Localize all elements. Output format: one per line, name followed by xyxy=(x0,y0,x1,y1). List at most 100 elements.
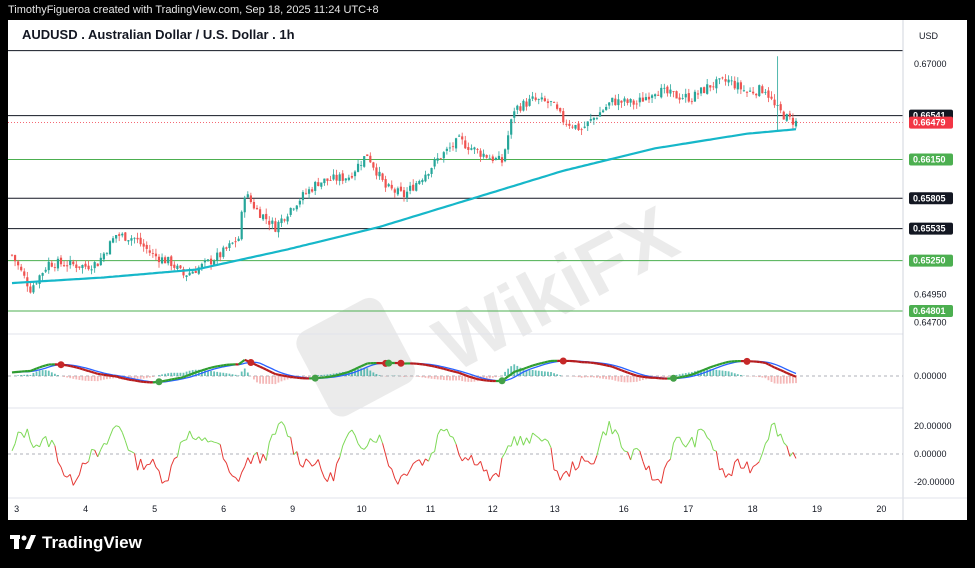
momentum-segment xyxy=(281,421,285,427)
candle-body xyxy=(654,94,657,97)
momentum-segment xyxy=(749,466,754,474)
currency-label: USD xyxy=(919,31,939,41)
osc-histogram-bar xyxy=(213,371,216,376)
osc-histogram-bar xyxy=(53,373,56,376)
momentum-segment xyxy=(764,439,769,445)
candle-body xyxy=(249,195,252,203)
screenshot-frame: TimothyFigueroa created with TradingView… xyxy=(0,0,975,568)
time-tick-label: 10 xyxy=(357,504,367,514)
osc-main-segment xyxy=(115,375,120,379)
momentum-segment xyxy=(106,435,111,445)
osc-main-segment xyxy=(268,370,273,374)
candle-body xyxy=(396,188,399,195)
symbol-title: AUDUSD . Australian Dollar / U.S. Dollar… xyxy=(22,27,295,42)
momentum-tick-label: -20.00000 xyxy=(914,477,955,487)
osc-main-segment xyxy=(39,365,43,369)
candle-body xyxy=(605,107,608,110)
osc-histogram-bar xyxy=(72,376,75,379)
momentum-segment xyxy=(222,458,227,464)
candle-body xyxy=(586,121,589,127)
candle-body xyxy=(718,78,721,80)
momentum-segment xyxy=(743,461,748,469)
momentum-segment xyxy=(706,437,711,441)
momentum-segment xyxy=(210,440,215,443)
osc-main-segment xyxy=(134,379,138,383)
momentum-segment xyxy=(180,440,184,443)
candle-body xyxy=(617,99,620,106)
osc-histogram-bar xyxy=(580,376,583,378)
osc-main-segment xyxy=(722,361,726,365)
candle-body xyxy=(791,117,795,125)
candle-body xyxy=(23,271,26,276)
candle-body xyxy=(589,118,592,121)
candle-body xyxy=(301,192,305,201)
osc-histogram-bar xyxy=(366,368,369,376)
momentum-segment xyxy=(69,474,74,486)
osc-main-segment xyxy=(523,366,527,370)
momentum-segment xyxy=(247,457,252,465)
osc-main-segment xyxy=(363,362,368,366)
momentum-segment xyxy=(155,466,160,472)
osc-cross-dot xyxy=(247,358,255,366)
candle-body xyxy=(295,205,298,210)
momentum-segment xyxy=(633,447,637,450)
candle-body xyxy=(243,197,246,213)
candle-body xyxy=(136,237,139,240)
time-tick-label: 18 xyxy=(748,504,758,514)
osc-histogram-bar xyxy=(161,374,163,376)
momentum-segment xyxy=(394,478,399,485)
candle-body xyxy=(794,120,798,127)
candle-body xyxy=(500,157,504,163)
momentum-segment xyxy=(333,463,338,482)
momentum-segment xyxy=(397,476,402,485)
candle-body xyxy=(562,111,565,123)
osc-histogram-bar xyxy=(764,376,767,379)
momentum-segment xyxy=(694,429,699,448)
osc-histogram-bar xyxy=(179,372,182,376)
candle-body xyxy=(675,91,678,99)
osc-main-segment xyxy=(437,366,442,370)
momentum-segment xyxy=(553,469,558,472)
osc-histogram-bar xyxy=(436,376,439,380)
candle-body xyxy=(384,179,387,188)
candle-body xyxy=(580,129,583,131)
momentum-segment xyxy=(290,437,295,455)
candle-body xyxy=(427,173,430,176)
osc-main-segment xyxy=(789,373,794,377)
chart-panel[interactable]: WikiFX 0.00000 20.00000 0.00000 -20.00000 … xyxy=(8,20,967,520)
osc-histogram-bar xyxy=(268,376,271,384)
osc-histogram-bar xyxy=(577,376,580,378)
osc-main-segment xyxy=(636,374,641,378)
candle-body xyxy=(271,220,274,224)
time-tick-label: 12 xyxy=(488,504,498,514)
osc-main-segment xyxy=(82,368,86,372)
osc-histogram-bar xyxy=(758,376,761,378)
momentum-segment xyxy=(535,435,540,439)
candle-body xyxy=(559,108,562,112)
candle-body xyxy=(549,101,553,102)
price-chart-svg[interactable]: WikiFX 0.00000 20.000000.00000-20.00000 … xyxy=(8,20,967,520)
momentum-segment xyxy=(565,470,570,477)
candle-body xyxy=(206,259,210,261)
candle-body xyxy=(341,173,344,181)
momentum-segment xyxy=(284,425,289,437)
osc-histogram-bar xyxy=(158,375,160,376)
momentum-segment xyxy=(348,429,353,434)
momentum-segment xyxy=(522,437,527,446)
candle-body xyxy=(375,167,378,176)
momentum-segment xyxy=(682,443,687,448)
osc-main-segment xyxy=(712,364,717,368)
candle-body xyxy=(470,148,473,150)
candle-body xyxy=(402,190,406,198)
osc-histogram-bar xyxy=(574,376,577,377)
momentum-pane: 20.00000 0.00000 -20.00000 xyxy=(8,407,955,487)
osc-histogram-bar xyxy=(320,374,323,376)
osc-main-segment xyxy=(244,358,249,363)
momentum-segment xyxy=(409,463,414,470)
osc-histogram-bar xyxy=(17,375,20,376)
osc-histogram-bar xyxy=(87,376,90,381)
osc-main-segment xyxy=(207,366,212,370)
candle-body xyxy=(635,103,638,105)
osc-histogram-bar xyxy=(210,370,212,376)
osc-histogram-bar xyxy=(142,376,145,379)
